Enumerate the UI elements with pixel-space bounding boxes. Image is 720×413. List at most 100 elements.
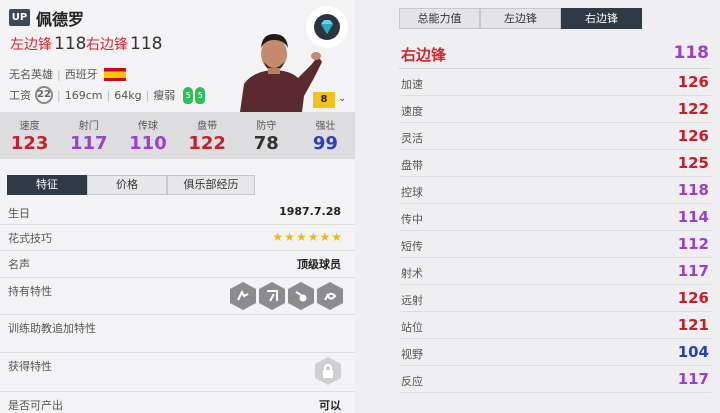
skill-label: 花式技巧 (8, 232, 52, 245)
stat-value: 110 (129, 133, 167, 154)
position-label: 左边锋 (10, 37, 52, 53)
attribute-label: 加速 (401, 78, 423, 91)
skill-stars: ★ ★ ★ ★ ★ ★ (272, 231, 342, 243)
body-type: 瘦弱 (153, 89, 176, 102)
traits-label: 持有特性 (8, 285, 52, 298)
stat-dribbling: 盘带 122 (178, 112, 237, 159)
birthday-value: 1987.7.28 (279, 205, 341, 218)
attribute-label: 灵活 (401, 132, 423, 145)
stat-value: 123 (10, 133, 49, 154)
stat-label: 强壮 (315, 121, 336, 132)
star-icon: ★ (284, 230, 295, 244)
stat-value: 117 (69, 133, 108, 154)
up-badge: UP (9, 9, 30, 26)
position-rating-2: 右边锋 118 (86, 34, 162, 54)
position-rating-1: 左边锋 118 (10, 34, 86, 54)
trainer-traits-label: 训练助教追加特性 (8, 322, 96, 335)
tab-club-history[interactable]: 俱乐部经历 (167, 175, 255, 195)
chevron-down-icon[interactable]: ⌄ (338, 93, 346, 104)
attribute-row: 速度 122 (399, 96, 711, 123)
skill-row: 花式技巧 ★ ★ ★ ★ ★ ★ (0, 225, 355, 251)
acquired-traits-label: 获得特性 (8, 360, 52, 373)
lock-icon (315, 357, 341, 385)
fame-label: 名声 (8, 258, 30, 271)
attribute-value: 114 (677, 208, 709, 226)
attribute-value: 118 (677, 181, 709, 199)
position-label: 右边锋 (86, 37, 128, 53)
position-header: 右边锋 118 (399, 39, 711, 69)
left-tab-bar: 特征 价格 俱乐部经历 (7, 175, 255, 195)
stat-label: 速度 (19, 121, 40, 132)
attribute-row: 短传 112 (399, 231, 711, 258)
salary-value: 22 (35, 86, 53, 104)
attribute-value: 126 (677, 73, 709, 91)
acquired-traits-row: 获得特性 (0, 353, 355, 392)
attribute-value: 117 (677, 370, 709, 388)
attribute-value: 112 (677, 235, 709, 253)
stat-value: 78 (253, 133, 279, 154)
player-name: 佩德罗 (36, 10, 85, 29)
attribute-label: 射术 (401, 267, 423, 280)
attribute-label: 远射 (401, 294, 423, 307)
enhance-level-badge: 8 (313, 92, 335, 108)
attribute-row: 视野 104 (399, 339, 711, 366)
stat-physical: 强壮 99 (296, 112, 355, 159)
attribute-label: 控球 (401, 186, 423, 199)
star-icon: ★ (319, 230, 331, 244)
trait-3-icon[interactable] (288, 282, 314, 310)
attribute-row: 反应 117 (399, 366, 711, 393)
star-icon: ★ (307, 230, 319, 244)
stat-label: 防守 (256, 121, 277, 132)
attribute-row: 控球 118 (399, 177, 711, 204)
height-value: 169cm (64, 88, 103, 102)
attribute-row: 站位 121 (399, 312, 711, 339)
trait-2-icon[interactable] (259, 282, 285, 310)
fame-value: 顶级球员 (297, 258, 341, 271)
tab-traits[interactable]: 特征 (7, 175, 87, 195)
attribute-label: 短传 (401, 240, 423, 253)
star-icon: ★ (331, 230, 342, 244)
attribute-label: 反应 (401, 375, 423, 388)
right-tab-bar: 总能力值 左边锋 右边锋 (399, 8, 642, 29)
trait-1-icon[interactable] (230, 282, 256, 310)
main-stats-bar: 速度 123 射门 117 传球 110 盘带 122 防守 78 强壮 99 (0, 112, 355, 159)
attribute-label: 视野 (401, 348, 423, 361)
tab-overall[interactable]: 总能力值 (399, 8, 480, 29)
attribute-row: 盘带 125 (399, 150, 711, 177)
birthday-row: 生日 1987.7.28 (0, 200, 355, 225)
attribute-value: 122 (677, 100, 709, 118)
diamond-icon (306, 6, 348, 48)
stat-value: 99 (312, 133, 338, 154)
tradable-value: 可以 (319, 399, 341, 412)
player-portrait (232, 26, 322, 112)
team-nation-row: 无名英雄 | 西班牙 (9, 66, 126, 82)
left-foot-value: 5 (183, 86, 194, 104)
attribute-value: 121 (677, 316, 709, 334)
traits-row: 持有特性 (0, 278, 355, 315)
stat-label: 传球 (137, 121, 158, 132)
attribute-value: 126 (677, 127, 709, 145)
tab-price[interactable]: 价格 (87, 175, 167, 195)
fame-row: 名声 顶级球员 (0, 251, 355, 278)
attribute-value: 117 (677, 262, 709, 280)
attribute-row: 射术 117 (399, 258, 711, 285)
trait-4-icon[interactable] (317, 282, 343, 310)
attribute-label: 盘带 (401, 159, 423, 172)
tradable-label: 是否可产出 (8, 399, 63, 412)
attribute-label: 传中 (401, 213, 423, 226)
detail-overall-value: 118 (673, 43, 710, 63)
position-value: 118 (130, 34, 163, 54)
team-name: 无名英雄 (9, 68, 53, 81)
nation-name: 西班牙 (64, 68, 98, 81)
attribute-value: 104 (677, 343, 709, 361)
tab-right-winger[interactable]: 右边锋 (561, 8, 642, 29)
salary-label: 工资 (9, 89, 31, 102)
attribute-row: 传中 114 (399, 204, 711, 231)
stat-value: 122 (188, 133, 226, 154)
star-icon: ★ (295, 230, 307, 244)
physical-row: 工资 22 | 169cm | 64kg | 瘦弱 5 5 (9, 86, 206, 104)
attribute-value: 126 (677, 289, 709, 307)
tab-left-winger[interactable]: 左边锋 (480, 8, 561, 29)
position-value: 118 (54, 34, 87, 54)
attribute-label: 速度 (401, 105, 423, 118)
